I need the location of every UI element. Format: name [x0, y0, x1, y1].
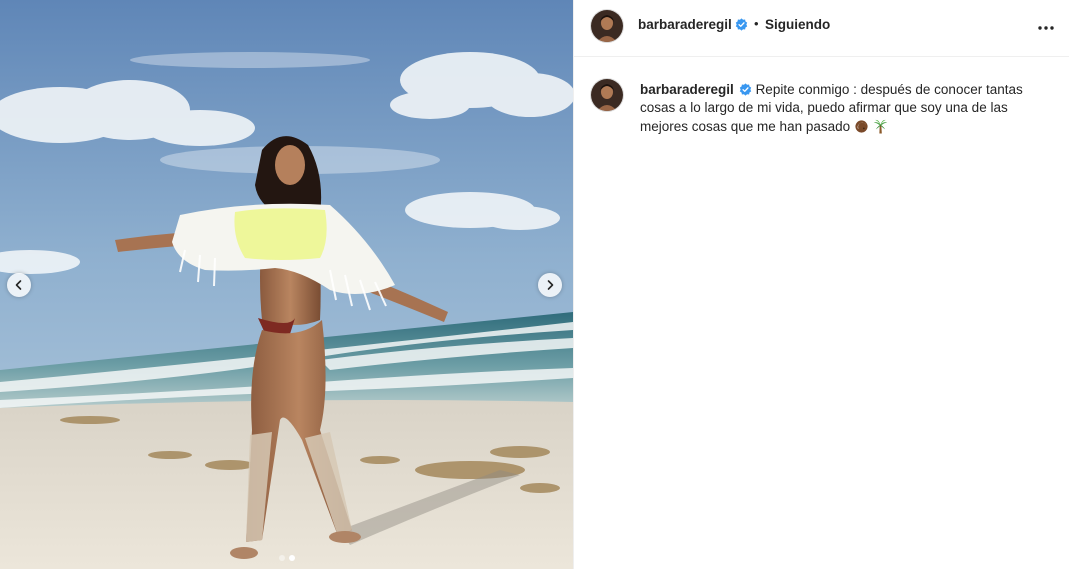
carousel-indicator — [0, 555, 573, 561]
beach-photo — [0, 0, 573, 569]
verified-badge-icon — [735, 18, 748, 31]
profile-picture — [591, 10, 623, 42]
profile-picture — [591, 79, 623, 111]
avatar[interactable] — [591, 10, 623, 42]
more-options-icon — [1038, 26, 1054, 30]
separator-dot: • — [754, 16, 759, 31]
chevron-left-icon — [15, 280, 22, 290]
post-side-panel: barbaraderegil • Siguiendo barbaraderegi… — [573, 0, 1069, 569]
caption-avatar[interactable] — [591, 79, 623, 111]
palm-tree-emoji — [873, 119, 888, 134]
carousel-next-button[interactable] — [538, 273, 562, 297]
more-options-button[interactable] — [1036, 18, 1056, 38]
post-caption: barbaraderegil Repite conmigo : después … — [640, 81, 1040, 136]
post-header: barbaraderegil • Siguiendo — [574, 0, 1069, 57]
carousel-dot-active — [288, 555, 295, 561]
carousel-prev-button[interactable] — [7, 273, 31, 297]
verified-badge-icon — [739, 83, 752, 96]
chevron-right-icon — [547, 280, 554, 290]
following-button[interactable]: Siguiendo — [765, 17, 830, 33]
coconut-emoji — [854, 119, 869, 134]
caption-username[interactable]: barbaraderegil — [640, 82, 734, 97]
username-link[interactable]: barbaraderegil — [638, 17, 748, 33]
username-text: barbaraderegil — [638, 17, 732, 32]
post-media[interactable] — [0, 0, 573, 569]
carousel-dot — [278, 555, 285, 561]
